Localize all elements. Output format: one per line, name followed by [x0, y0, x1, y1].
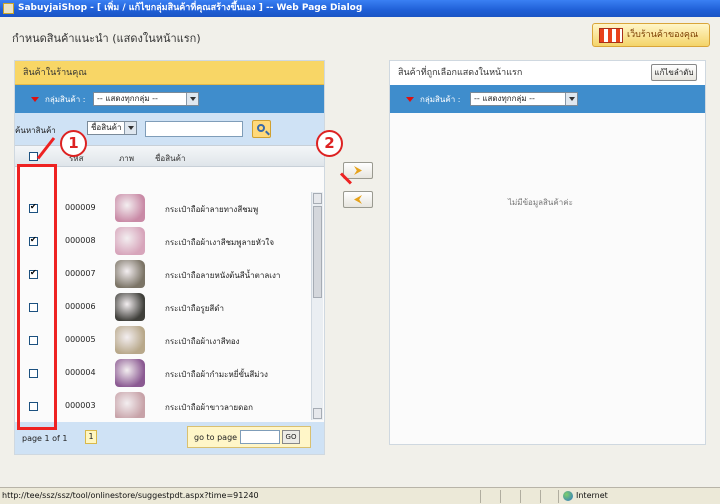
page-title: กำหนดสินค้าแนะนำ (แสดงในหน้าแรก) — [12, 32, 201, 45]
goto-page-label: go to page — [194, 433, 238, 442]
product-name: กระเป๋าถือผ้าลายทางสีชมพู — [165, 205, 259, 214]
right-filter-label: กลุ่มสินค้า : — [420, 95, 461, 104]
left-filter-label: กลุ่มสินค้า : — [45, 95, 86, 104]
product-row: 000003 กระเป๋าถือผ้าขาวลายดอก — [15, 390, 311, 418]
product-list: 000009 กระเป๋าถือผ้าลายทางสีชมพู 000008 กระ… — [15, 192, 311, 418]
product-thumbnail — [115, 227, 145, 255]
product-name: กระเป๋าถือผ้ากำมะหยี่ขั้นสีม่วง — [165, 370, 268, 379]
dialog-body: กำหนดสินค้าแนะนำ (แสดงในหน้าแรก) เว็บร้า… — [0, 17, 720, 487]
chevron-down-icon[interactable] — [565, 93, 577, 105]
scroll-thumb[interactable] — [313, 206, 322, 298]
search-icon — [257, 124, 265, 132]
annotation-marker-1: 1 — [60, 130, 87, 157]
right-filter-bar: กลุ่มสินค้า : -- แสดงทุกกลุ่ม -- — [390, 85, 705, 113]
product-thumbnail — [115, 326, 145, 354]
product-thumbnail — [115, 293, 145, 321]
search-button[interactable] — [252, 120, 271, 138]
goto-page-input[interactable] — [240, 430, 280, 444]
product-row: 000006 กระเป๋าถือรูยสีดำ — [15, 291, 311, 323]
scroll-down-button[interactable] — [313, 408, 322, 419]
search-field-value: ชื่อสินค้า — [91, 123, 122, 132]
shop-website-button[interactable]: เว็บร้านค้าของคุณ — [592, 23, 710, 47]
product-name: กระเป๋าถือรูยสีดำ — [165, 304, 224, 313]
store-icon — [599, 28, 623, 43]
go-button[interactable]: GO — [282, 430, 300, 444]
product-row: 000005 กระเป๋าถือผ้าเงาสีทอง — [15, 324, 311, 356]
product-name: กระเป๋าถือลายหนังต้นสีน้ำตาลเงา — [165, 271, 281, 280]
red-arrow-icon — [31, 97, 39, 102]
pager: page 1 of 1 1 go to page GO — [15, 422, 324, 454]
chevron-down-icon[interactable] — [124, 122, 136, 134]
status-url: http://tee/ssz/ssz/tool/onlinestore/sugg… — [2, 491, 259, 500]
arrow-right-icon — [354, 166, 362, 175]
product-code: 000008 — [65, 236, 96, 245]
remove-selected-button[interactable] — [343, 191, 373, 208]
product-thumbnail — [115, 194, 145, 222]
chevron-down-icon[interactable] — [186, 93, 198, 105]
checkbox-highlight-box — [17, 164, 57, 430]
goto-page-box: go to page GO — [187, 426, 311, 448]
page-number-1[interactable]: 1 — [85, 430, 97, 444]
product-thumbnail — [115, 260, 145, 288]
product-row: 000009 กระเป๋าถือผ้าลายทางสีชมพู — [15, 192, 311, 224]
featured-products-panel: สินค้าที่ถูกเลือกแสดงในหน้าแรก แก้ไขลำดั… — [389, 60, 706, 445]
right-group-select-value: -- แสดงทุกกลุ่ม -- — [474, 94, 535, 103]
left-group-select[interactable]: -- แสดงทุกกลุ่ม -- — [93, 92, 199, 106]
annotation-marker-2: 2 — [316, 130, 343, 157]
left-filter-bar: กลุ่มสินค้า : -- แสดงทุกกลุ่ม -- — [15, 85, 324, 113]
product-code: 000007 — [65, 269, 96, 278]
security-zone: Internet — [576, 491, 608, 500]
product-name: กระเป๋าถือผ้าขาวลายดอก — [165, 403, 253, 412]
product-code: 000005 — [65, 335, 96, 344]
add-selected-button[interactable] — [343, 162, 373, 179]
product-row: 000008 กระเป๋าถือผ้าเงาสีชมพูลายหัวใจ — [15, 225, 311, 257]
featured-products-title: สินค้าที่ถูกเลือกแสดงในหน้าแรก — [398, 68, 523, 78]
window-title: SabuyjaiShop - [ เพิ่ม / แก้ไขกลุ่มสินค้… — [18, 3, 363, 13]
page-info: page 1 of 1 — [22, 434, 68, 443]
arrow-left-icon — [354, 195, 362, 204]
product-name: กระเป๋าถือผ้าเงาสีชมพูลายหัวใจ — [165, 238, 275, 247]
product-code: 000009 — [65, 203, 96, 212]
featured-products-header: สินค้าที่ถูกเลือกแสดงในหน้าแรก แก้ไขลำดั… — [390, 61, 705, 85]
internet-zone-icon — [563, 491, 573, 501]
product-row: 000004 กระเป๋าถือผ้ากำมะหยี่ขั้นสีม่วง — [15, 357, 311, 389]
product-thumbnail — [115, 359, 145, 387]
status-divider — [500, 490, 501, 503]
product-code: 000003 — [65, 401, 96, 410]
status-divider — [540, 490, 541, 503]
window-titlebar: SabuyjaiShop - [ เพิ่ม / แก้ไขกลุ่มสินค้… — [0, 0, 720, 17]
product-name: กระเป๋าถือผ้าเงาสีทอง — [165, 337, 240, 346]
product-row: 000007 กระเป๋าถือลายหนังต้นสีน้ำตาลเงา — [15, 258, 311, 290]
empty-message: ไม่มีข้อมูลสินค้าค่ะ — [508, 198, 573, 207]
right-group-select[interactable]: -- แสดงทุกกลุ่ม -- — [470, 92, 578, 106]
product-code: 000006 — [65, 302, 96, 311]
search-input[interactable] — [145, 121, 243, 137]
search-label: ค้นหาสินค้า — [15, 126, 56, 135]
shop-website-label: เว็บร้านค้าของคุณ — [627, 30, 699, 40]
column-name: ชื่อสินค้า — [155, 154, 186, 163]
scroll-up-button[interactable] — [313, 193, 322, 204]
store-products-title: สินค้าในร้านคุณ — [15, 61, 324, 85]
reorder-button[interactable]: แก้ไขลำดับ — [651, 64, 697, 81]
store-products-panel: สินค้าในร้านคุณ กลุ่มสินค้า : -- แสดงทุก… — [14, 60, 325, 455]
app-icon — [3, 3, 14, 14]
red-arrow-icon — [406, 97, 414, 102]
status-divider — [480, 490, 481, 503]
left-group-select-value: -- แสดงทุกกลุ่ม -- — [97, 94, 158, 103]
status-divider — [520, 490, 521, 503]
column-image: ภาพ — [119, 154, 135, 163]
product-thumbnail — [115, 392, 145, 418]
product-code: 000004 — [65, 368, 96, 377]
status-bar: http://tee/ssz/ssz/tool/onlinestore/sugg… — [0, 487, 720, 504]
status-divider — [558, 490, 559, 503]
product-list-scrollbar[interactable] — [311, 192, 323, 420]
search-field-select[interactable]: ชื่อสินค้า — [87, 121, 137, 135]
